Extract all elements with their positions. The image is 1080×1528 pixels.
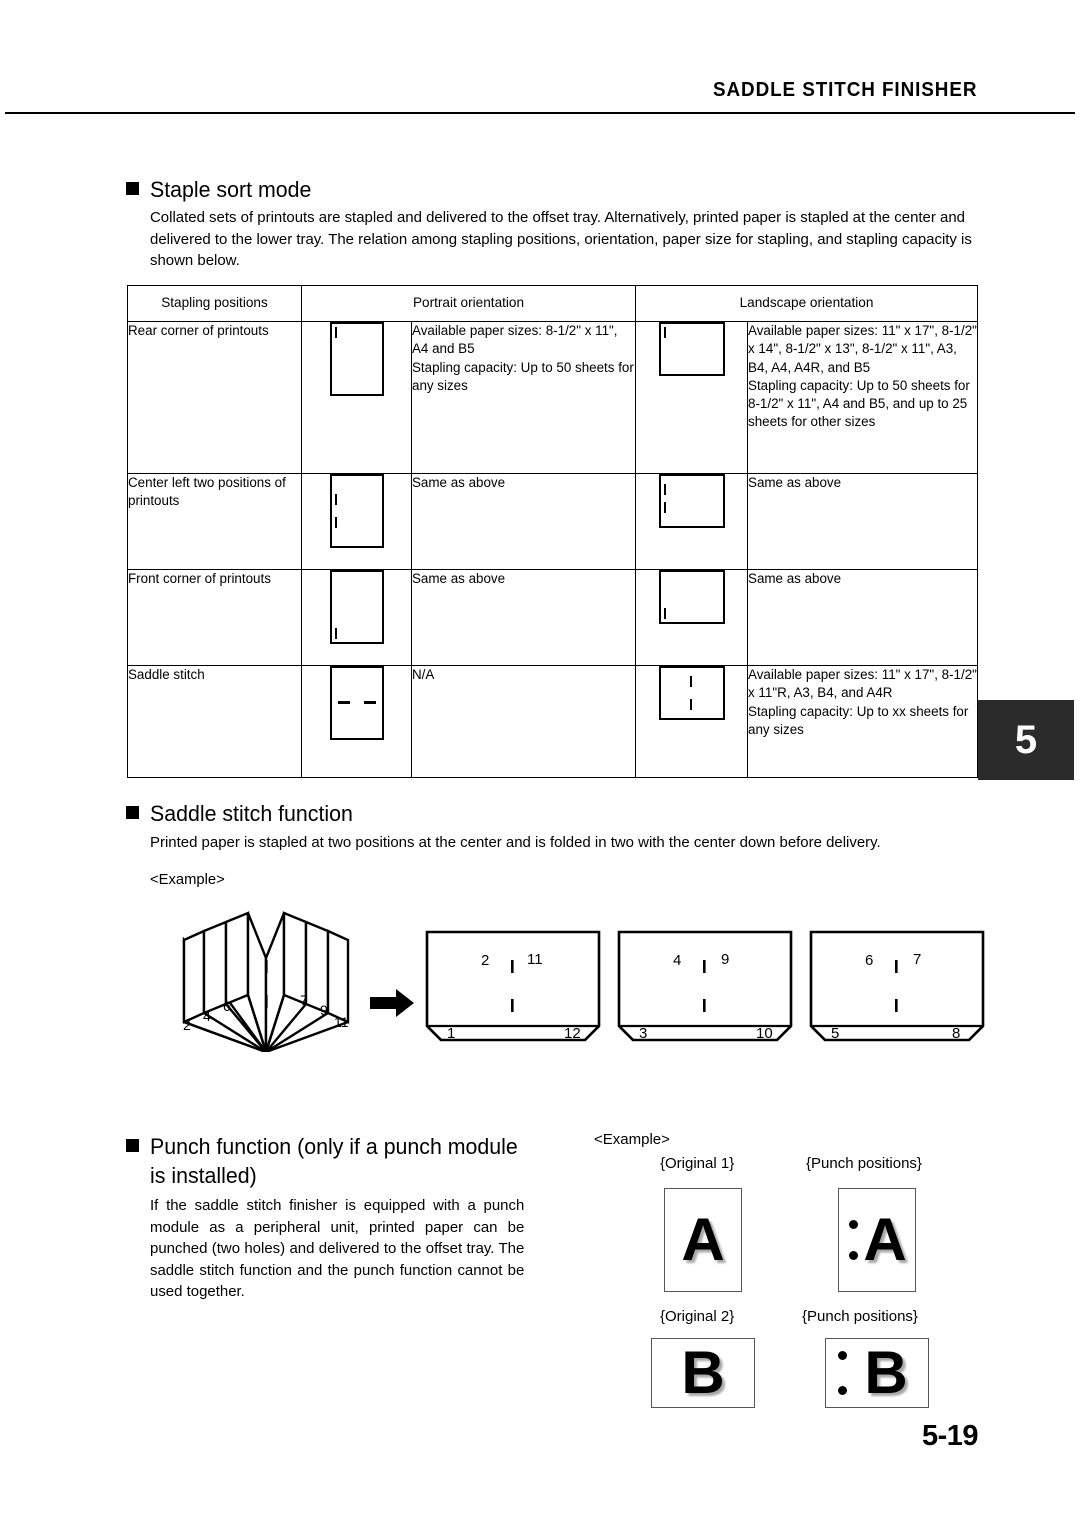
saddle-example-label: <Example>	[150, 871, 225, 888]
paper-landscape-staple-left-two-icon	[658, 474, 725, 529]
booklet-number: 6	[223, 998, 231, 1014]
punch-example-label: <Example>	[594, 1131, 670, 1148]
paper-landscape-staple-bottom-left-icon	[658, 570, 725, 625]
punch-holes-icon	[838, 1351, 847, 1395]
caption-original-2: {Original 2}	[660, 1308, 735, 1325]
page-header: SADDLE STITCH FINISHER	[0, 78, 1080, 123]
unfolded-sheet: 4 9 3 10	[617, 930, 793, 1048]
cell-portrait-icon	[301, 569, 412, 667]
right-arrow-icon	[370, 988, 414, 1018]
letter-a-glyph: A	[863, 1206, 907, 1273]
booklet-number: 11	[334, 1014, 349, 1030]
cell-landscape-icon	[635, 321, 749, 475]
cell-portrait-desc: N/A	[410, 665, 637, 779]
table-row: Rear corner of printouts Available paper…	[127, 321, 979, 475]
cell-landscape-desc: Same as above	[747, 473, 979, 571]
punched-1-page: A	[838, 1188, 916, 1292]
paper-portrait-staple-bottom-left-icon	[329, 570, 384, 645]
cell-landscape-icon	[635, 569, 749, 667]
paper-portrait-staple-left-two-icon	[329, 474, 384, 549]
cell-landscape-desc: Available paper sizes: 11" x 17", 8-1/2"…	[747, 665, 979, 779]
unfolded-sheet: 2 11 1 12	[425, 930, 601, 1048]
table-header-row: Stapling positions Portrait orientation …	[127, 284, 979, 323]
section-heading-saddle-stitch: Saddle stitch function	[126, 799, 359, 828]
staple-sort-paragraph: Collated sets of printouts are stapled a…	[150, 209, 972, 269]
booklet-number: 9	[320, 1002, 328, 1018]
sheet-number-bottom-left: 3	[639, 1025, 647, 1042]
booklet-number: 4	[203, 1008, 211, 1024]
square-bullet-icon	[126, 1139, 139, 1152]
stapling-positions-table: Stapling positions Portrait orientation …	[127, 284, 979, 779]
original-2-page: B	[651, 1338, 755, 1408]
cell-portrait-desc: Available paper sizes: 8-1/2" x 11", A4 …	[410, 321, 637, 475]
booklet-number: 2	[183, 1017, 191, 1033]
punch-paragraph: If the saddle stitch finisher is equippe…	[150, 1197, 525, 1300]
sheet-number-bottom-left: 1	[447, 1025, 455, 1042]
saddle-stitch-paragraph: Printed paper is stapled at two position…	[150, 834, 881, 851]
paper-portrait-saddle-center-icon	[329, 666, 384, 741]
paper-landscape-saddle-center-icon	[658, 666, 725, 721]
sheet-number-top-right: 9	[721, 951, 729, 968]
sheet-number-top-right: 11	[527, 951, 543, 968]
sheet-number-top-left: 4	[673, 952, 681, 969]
table-row: Front corner of printouts Same as above …	[127, 569, 979, 667]
letter-b-glyph: B	[681, 1339, 725, 1406]
cell-landscape-desc: Available paper sizes: 11" x 17", 8-1/2"…	[747, 321, 979, 475]
table-row: Center left two positions of printouts S…	[127, 473, 979, 571]
sheet-number-bottom-right: 8	[952, 1025, 960, 1042]
booklet-folded-diagram: 2 4 6 7 9 11	[176, 900, 356, 1052]
punched-2-page: B	[825, 1338, 929, 1408]
sheet-number-top-left: 2	[481, 952, 489, 969]
column-header-portrait: Portrait orientation	[300, 284, 637, 323]
punch-holes-icon	[849, 1220, 858, 1260]
cell-position: Front corner of printouts	[127, 569, 302, 667]
caption-punch-positions-1: {Punch positions}	[806, 1155, 922, 1172]
cell-portrait-icon	[301, 665, 412, 779]
cell-portrait-desc: Same as above	[410, 569, 637, 667]
paper-portrait-staple-top-left-icon	[329, 322, 384, 397]
cell-portrait-icon	[301, 321, 412, 475]
cell-portrait-icon	[301, 473, 412, 571]
original-1-page: A	[664, 1188, 742, 1292]
cell-landscape-icon	[635, 665, 749, 779]
sheet-number-top-left: 6	[865, 952, 873, 969]
cell-position: Rear corner of printouts	[127, 321, 302, 475]
page-number: 5-19	[921, 1420, 979, 1452]
square-bullet-icon	[126, 182, 139, 195]
table-row: Saddle stitch N/A Available paper sizes:…	[127, 665, 979, 779]
sheet-number-bottom-left: 5	[831, 1025, 839, 1042]
caption-punch-positions-2: {Punch positions}	[802, 1308, 918, 1325]
section-heading-label: Staple sort mode	[150, 177, 312, 202]
column-header-landscape: Landscape orientation	[635, 284, 979, 323]
cell-position: Center left two positions of printouts	[127, 473, 302, 571]
sheet-number-bottom-right: 10	[756, 1025, 773, 1042]
caption-original-1: {Original 1}	[660, 1155, 735, 1172]
booklet-number: 7	[300, 992, 308, 1008]
cell-landscape-icon	[635, 473, 749, 571]
letter-a-glyph: A	[681, 1206, 725, 1273]
sheet-number-bottom-right: 12	[564, 1025, 581, 1042]
cell-landscape-desc: Same as above	[747, 569, 979, 667]
section-heading-punch: Punch function (only if a punch module i…	[126, 1132, 546, 1190]
paper-landscape-staple-top-left-icon	[658, 322, 725, 377]
sheet-number-top-right: 7	[913, 951, 921, 968]
letter-b-glyph: B	[864, 1339, 908, 1406]
page-title: SADDLE STITCH FINISHER	[712, 78, 977, 101]
cell-position: Saddle stitch	[127, 665, 302, 779]
square-bullet-icon	[126, 806, 139, 819]
section-heading-label: Punch function (only if a punch module i…	[150, 1134, 518, 1188]
chapter-tab: 5	[978, 700, 1074, 780]
column-header-stapling-positions: Stapling positions	[127, 284, 302, 323]
cell-portrait-desc: Same as above	[410, 473, 637, 571]
section-heading-staple-sort: Staple sort mode	[126, 175, 316, 204]
header-divider	[5, 112, 1075, 114]
section-heading-label: Saddle stitch function	[150, 801, 353, 826]
unfolded-sheet: 6 7 5 8	[809, 930, 985, 1048]
